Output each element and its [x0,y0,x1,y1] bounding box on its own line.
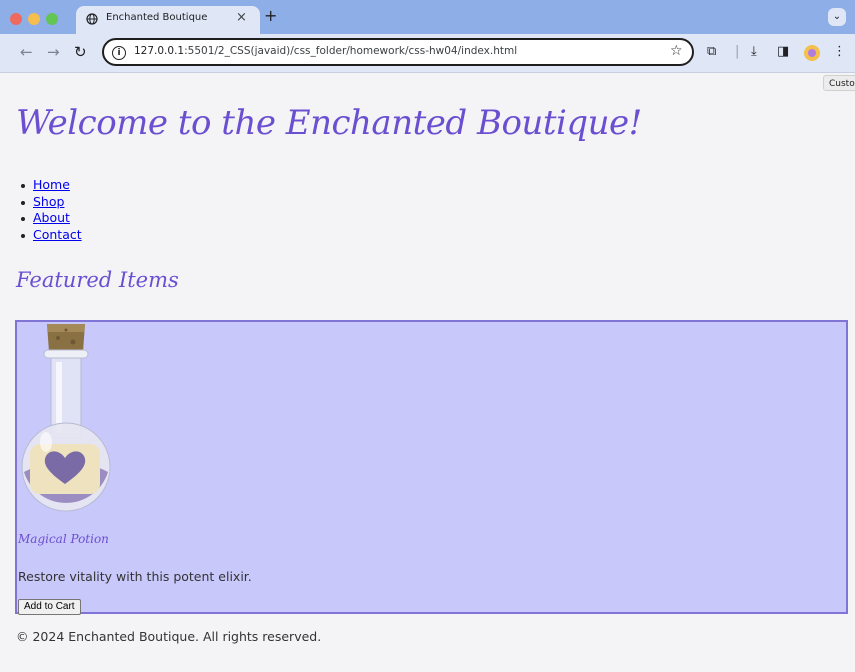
product-name: Magical Potion [18,532,109,546]
tab-bar: Enchanted Boutique × + ⌄ [0,0,855,34]
potion-image [21,324,111,512]
product-description: Restore vitality with this potent elixir… [18,569,252,584]
footer-text: © 2024 Enchanted Boutique. All rights re… [16,629,322,644]
nav-link-shop[interactable]: Shop [33,194,64,209]
new-tab-button[interactable]: + [264,6,277,25]
globe-icon [86,13,98,25]
maximize-window-button[interactable] [46,13,58,25]
nav-link-home[interactable]: Home [33,177,70,192]
address-bar[interactable]: i 127.0.0.1:5501/2_CSS(javaid)/css_folde… [102,38,694,66]
url-text[interactable]: 127.0.0.1:5501/2_CSS(javaid)/css_folder/… [134,45,517,57]
download-icon[interactable]: ⤓ [751,44,757,59]
profile-icon[interactable] [804,45,820,61]
info-icon[interactable]: i [112,46,126,60]
reload-icon[interactable]: ↻ [74,43,87,61]
tab-search-button[interactable]: ⌄ [828,8,846,26]
nav-item: Contact [18,227,82,244]
star-icon[interactable]: ☆ [670,43,683,59]
page-title: Welcome to the Enchanted Boutique! [16,103,642,143]
browser-toolbar: ← → ↻ i 127.0.0.1:5501/2_CSS(javaid)/css… [0,34,855,73]
close-window-button[interactable] [10,13,22,25]
nav-link-contact[interactable]: Contact [33,227,82,242]
extensions-icon[interactable]: ⧉ [707,44,716,59]
tab-title: Enchanted Boutique [106,12,208,23]
nav-item: About [18,210,82,227]
nav-link-about[interactable]: About [33,210,70,225]
divider: | [735,44,740,59]
tab-enchanted-boutique[interactable]: Enchanted Boutique × [76,6,260,34]
product-card: Magical Potion Restore vitality with thi… [15,320,848,615]
minimize-window-button[interactable] [28,13,40,25]
close-tab-icon[interactable]: × [236,10,247,25]
main-nav: Home Shop About Contact [18,177,82,243]
page-content: Welcome to the Enchanted Boutique! Home … [0,73,855,672]
url-host: 127.0.0.1 [134,45,185,57]
add-to-cart-button[interactable]: Add to Cart [18,599,81,615]
url-path: :5501/2_CSS(javaid)/css_folder/homework/… [184,45,518,57]
section-title: Featured Items [16,268,179,292]
menu-icon[interactable]: ⋮ [833,44,846,59]
back-icon[interactable]: ← [20,43,33,61]
forward-icon[interactable]: → [47,43,60,61]
nav-item: Shop [18,194,82,211]
nav-item: Home [18,177,82,194]
sidepanel-icon[interactable]: ◨ [777,44,789,59]
